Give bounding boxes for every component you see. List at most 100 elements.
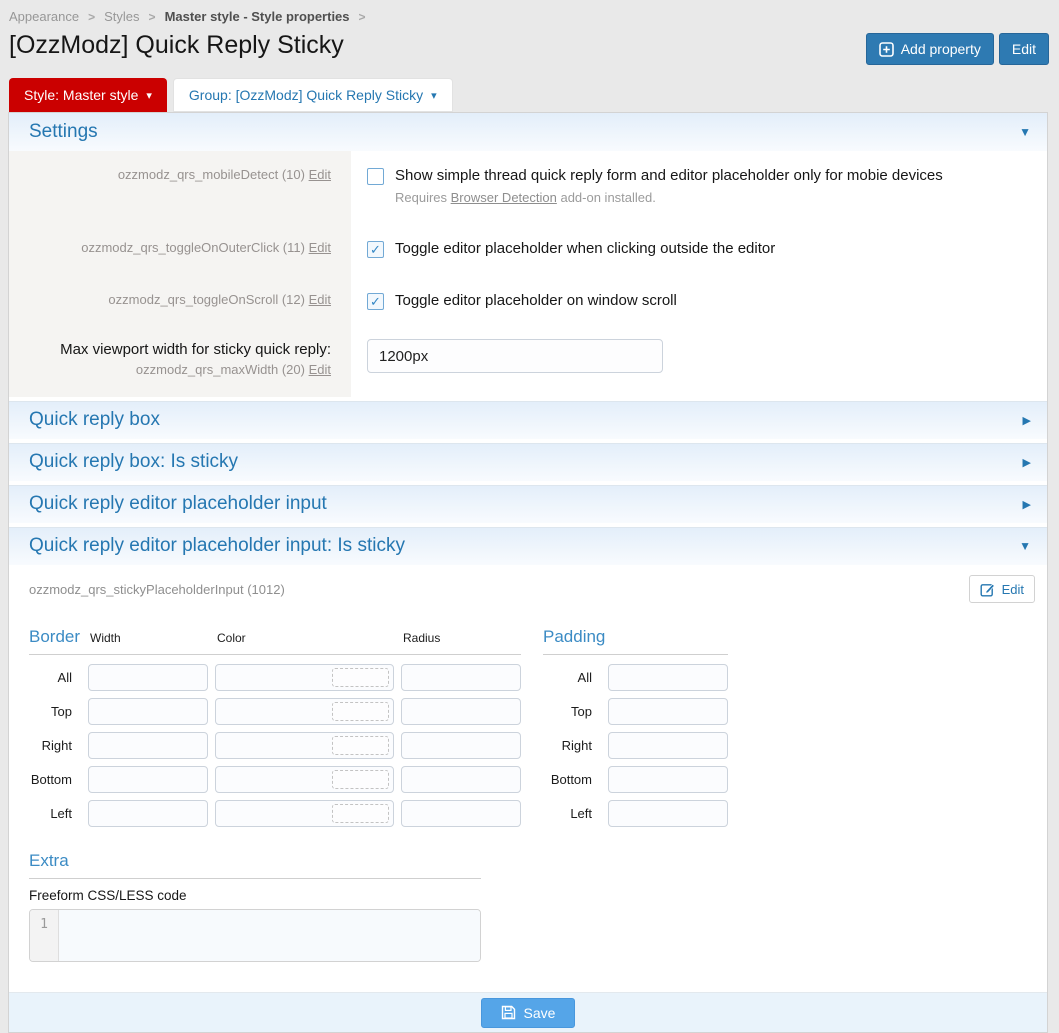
property-control: Show simple thread quick reply form and … [351,151,1047,224]
chevron-collapsed-icon: ▶ [1023,456,1031,469]
border-radius-all-input[interactable] [401,664,521,691]
extra-group-title: Extra [29,851,481,879]
property-edit-button[interactable]: Edit [969,575,1035,603]
toggle-outer-click-option[interactable]: ✓ Toggle editor placeholder when clickin… [367,240,1031,258]
padding-right-input[interactable] [608,732,728,759]
border-group-title: Border [29,627,81,647]
border-color-left-input[interactable] [215,800,394,827]
padding-bottom-input[interactable] [608,766,728,793]
add-property-button[interactable]: Add property [866,33,994,65]
section-title: Quick reply box: Is sticky [29,451,238,473]
border-width-bottom-input[interactable] [88,766,208,793]
border-width-left-input[interactable] [88,800,208,827]
mobile-detect-option[interactable]: Show simple thread quick reply form and … [367,167,1031,185]
color-swatch[interactable] [332,702,389,721]
browser-detection-link[interactable]: Browser Detection [451,190,557,205]
css-code-input[interactable] [59,910,480,961]
border-width-right-input[interactable] [88,732,208,759]
section-header-placeholder-input-sticky[interactable]: Quick reply editor placeholder input: Is… [9,523,1047,565]
max-width-input[interactable] [367,339,663,373]
border-width-all-input[interactable] [88,664,208,691]
checkbox-checked[interactable]: ✓ [367,293,384,310]
border-radius-left-input[interactable] [401,800,521,827]
breadcrumb-separator-icon: > [149,10,156,24]
page-header: Appearance > Styles > Master style - Sty… [0,0,1059,112]
breadcrumb-item-appearance[interactable]: Appearance [9,9,79,24]
section-title: Settings [29,121,98,143]
color-swatch[interactable] [332,736,389,755]
border-width-top-input[interactable] [88,698,208,725]
property-label: ozzmodz_qrs_mobileDetect (10) Edit [9,151,351,224]
border-row-label: Top [29,704,81,719]
border-row-label: Right [29,738,81,753]
border-radius-top-input[interactable] [401,698,521,725]
section-header-placeholder-input[interactable]: Quick reply editor placeholder input ▶ [9,481,1047,523]
padding-all-input[interactable] [608,664,728,691]
floppy-save-icon [501,1005,516,1020]
edit-button[interactable]: Edit [999,33,1049,65]
style-selector-button[interactable]: Style: Master style ▾ [9,78,167,112]
color-swatch[interactable] [332,804,389,823]
property-row-toggle-outer-click: ozzmodz_qrs_toggleOnOuterClick (11) Edit… [9,224,1047,276]
color-swatch[interactable] [332,668,389,687]
property-edit-link[interactable]: Edit [309,167,331,182]
css-code-label: Freeform CSS/LESS code [29,888,481,903]
plus-square-icon [879,42,894,57]
style-selector-label: Style: Master style [24,87,138,103]
add-property-label: Add property [901,41,981,57]
section-header-quick-reply-box[interactable]: Quick reply box ▶ [9,397,1047,439]
property-name: ozzmodz_qrs_stickyPlaceholderInput (1012… [29,582,285,597]
breadcrumb-separator-icon: > [88,10,95,24]
breadcrumb-item-styles[interactable]: Styles [104,9,139,24]
property-row-max-width: Max viewport width for sticky quick repl… [9,327,1047,397]
section-title: Quick reply editor placeholder input: Is… [29,535,405,557]
border-radius-right-input[interactable] [401,732,521,759]
padding-row-label: Right [543,738,601,753]
padding-row-label: Left [543,806,601,821]
padding-row-label: Top [543,704,601,719]
save-label: Save [524,1005,556,1021]
padding-left-input[interactable] [608,800,728,827]
css-code-editor[interactable]: 1 [29,909,481,962]
section-header-quick-reply-box-sticky[interactable]: Quick reply box: Is sticky ▶ [9,439,1047,481]
property-name: ozzmodz_qrs_toggleOnOuterClick (11) [81,240,305,255]
border-color-right-input[interactable] [215,732,394,759]
border-color-all-input[interactable] [215,664,394,691]
property-title: Max viewport width for sticky quick repl… [21,341,331,358]
border-group: Border Width Color Radius All Top Right [29,627,521,827]
property-edit-link[interactable]: Edit [309,292,331,307]
padding-group-title: Padding [543,627,728,647]
property-edit-link[interactable]: Edit [309,240,331,255]
checkbox-unchecked[interactable] [367,168,384,185]
property-name: ozzmodz_qrs_toggleOnScroll (12) [108,292,305,307]
section-title: Quick reply box [29,409,160,431]
property-control: ✓ Toggle editor placeholder when clickin… [351,224,1047,276]
caret-down-icon: ▾ [431,89,437,102]
property-edit-link[interactable]: Edit [309,362,331,377]
breadcrumb-item-style-properties[interactable]: Master style - Style properties [165,9,350,24]
group-selector-button[interactable]: Group: [OzzModz] Quick Reply Sticky ▾ [173,78,453,112]
border-col-width: Width [88,631,208,645]
padding-top-input[interactable] [608,698,728,725]
border-row-label: Bottom [29,772,81,787]
save-button[interactable]: Save [481,998,576,1028]
property-row-toggle-on-scroll: ozzmodz_qrs_toggleOnScroll (12) Edit ✓ T… [9,276,1047,327]
sticky-section-body: ozzmodz_qrs_stickyPlaceholderInput (1012… [9,565,1047,992]
checkbox-label: Toggle editor placeholder on window scro… [395,292,677,309]
border-color-top-input[interactable] [215,698,394,725]
property-name: ozzmodz_qrs_maxWidth (20) [136,362,305,377]
border-color-bottom-input[interactable] [215,766,394,793]
page-title: [OzzModz] Quick Reply Sticky [9,31,344,60]
section-header-settings[interactable]: Settings ▼ [9,113,1047,151]
checkbox-checked[interactable]: ✓ [367,241,384,258]
chevron-collapsed-icon: ▶ [1023,498,1031,511]
chevron-expanded-icon: ▼ [1019,539,1031,553]
toggle-on-scroll-option[interactable]: ✓ Toggle editor placeholder on window sc… [367,292,1031,310]
property-name: ozzmodz_qrs_mobileDetect (10) [118,167,305,182]
border-radius-bottom-input[interactable] [401,766,521,793]
caret-down-icon: ▾ [146,89,152,102]
border-col-radius: Radius [401,631,521,645]
property-label: ozzmodz_qrs_toggleOnOuterClick (11) Edit [9,224,351,276]
group-selector-label: Group: [OzzModz] Quick Reply Sticky [189,87,423,103]
color-swatch[interactable] [332,770,389,789]
